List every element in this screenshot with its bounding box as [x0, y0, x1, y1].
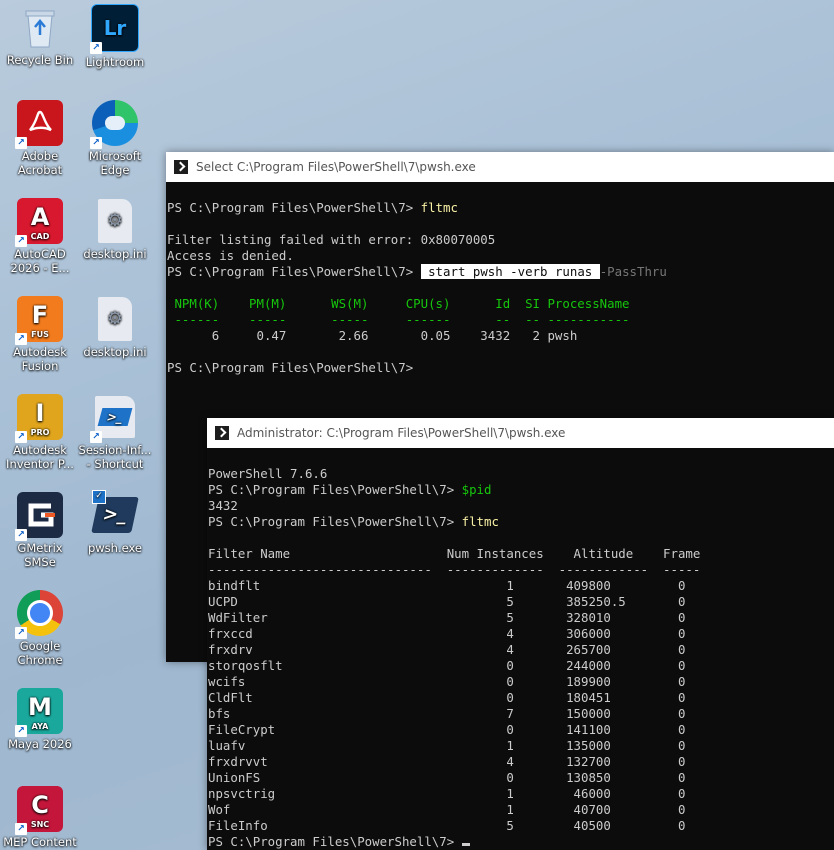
icon-label: Adobe Acrobat [17, 149, 63, 177]
inventor-icon: I PRO ↗ [15, 394, 63, 443]
icon-label: Google Chrome [17, 639, 63, 667]
lightroom-icon: Lr ↗ [90, 4, 139, 54]
maya-icon: M AYA ↗ [15, 688, 63, 737]
filter-row: Wof 1 40700 0 [208, 802, 686, 817]
ini-file-icon: ⚙ [92, 198, 138, 244]
desktop-icon-edge[interactable]: ↗ Microsoft Edge [76, 100, 154, 177]
shortcut-arrow-icon: ↗ [15, 137, 27, 149]
icon-label: pwsh.exe [87, 541, 143, 555]
shortcut-arrow-icon: ↗ [15, 823, 27, 835]
filter-row: UnionFS 0 130850 0 [208, 770, 686, 785]
shortcut-arrow-icon: ↗ [15, 627, 27, 639]
terminal-output[interactable]: PS C:\Program Files\PowerShell\7> fltmc F… [166, 182, 834, 376]
powershell-icon: >_ ✓ [91, 490, 139, 538]
window-titlebar[interactable]: Administrator: C:\Program Files\PowerShe… [207, 418, 834, 448]
shortcut-arrow-icon: ↗ [15, 431, 27, 443]
filter-row: bindflt 1 409800 0 [208, 578, 686, 593]
filter-row: FileCrypt 0 141100 0 [208, 722, 686, 737]
acrobat-icon: ↗ [15, 100, 63, 149]
icon-label: Microsoft Edge [88, 149, 142, 177]
icon-label: MEP Content [3, 835, 77, 849]
icon-label: desktop.ini [83, 247, 147, 261]
filter-row: wcifs 0 189900 0 [208, 674, 686, 689]
filter-row: frxdrvvt 4 132700 0 [208, 754, 686, 769]
desktop-icon-desktop-ini-1[interactable]: ⚙ desktop.ini [76, 198, 154, 261]
icon-label: GMetrix SMSe [17, 541, 63, 569]
shortcut-arrow-icon: ↗ [15, 529, 27, 541]
desktop-icon-chrome[interactable]: ↗ Google Chrome [1, 590, 79, 667]
desktop-icon-pwsh-exe[interactable]: >_ ✓ pwsh.exe [76, 490, 154, 555]
shortcut-arrow-icon: ↗ [15, 235, 27, 247]
shortcut-arrow-icon: ↗ [90, 431, 102, 443]
desktop-icon-gmetrix[interactable]: ↗ GMetrix SMSe [1, 492, 79, 569]
desktop-icon-lightroom[interactable]: Lr ↗ Lightroom [76, 4, 154, 69]
desktop-icon-recycle-bin[interactable]: Recycle Bin [1, 4, 79, 67]
autocad-icon: A CAD ↗ [15, 198, 63, 247]
desktop-icon-fusion[interactable]: F FUS ↗ Autodesk Fusion [1, 296, 79, 373]
filter-row: luafv 1 135000 0 [208, 738, 686, 753]
mep-content-icon: C SNC ↗ [15, 786, 63, 835]
fusion-icon: F FUS ↗ [15, 296, 63, 345]
icon-label: Session-Inf... - Shortcut [78, 443, 152, 471]
desktop-icon-inventor[interactable]: I PRO ↗ Autodesk Inventor P... [1, 394, 79, 471]
filter-row: storqosflt 0 244000 0 [208, 658, 686, 673]
icon-label: Lightroom [85, 55, 145, 69]
icon-label: Maya 2026 [8, 737, 72, 751]
filter-row: FileInfo 5 40500 0 [208, 818, 686, 833]
filter-table-header: Filter Name Num Instances Altitude Frame [208, 546, 701, 561]
desktop-icon-acrobat[interactable]: ↗ Adobe Acrobat [1, 100, 79, 177]
desktop-icon-desktop-ini-2[interactable]: ⚙ desktop.ini [76, 296, 154, 359]
shortcut-arrow-icon: ↗ [90, 42, 102, 54]
terminal-window-admin[interactable]: Administrator: C:\Program Files\PowerShe… [207, 418, 834, 850]
powershell-icon [215, 426, 229, 440]
chrome-icon: ↗ [15, 590, 63, 639]
filter-row: npsvctrig 1 46000 0 [208, 786, 686, 801]
selection-checkbox-icon[interactable]: ✓ [92, 490, 106, 504]
selected-text[interactable]: start pwsh -verb runas [420, 264, 600, 279]
desktop-icon-mep-content[interactable]: C SNC ↗ MEP Content [1, 786, 79, 849]
icon-label: desktop.ini [83, 345, 147, 359]
gmetrix-icon: ↗ [15, 492, 63, 541]
filter-table-separator: ------------------------------ ---------… [208, 562, 701, 577]
filter-row: bfs 7 150000 0 [208, 706, 686, 721]
filter-row: frxccd 4 306000 0 [208, 626, 686, 641]
filter-row: UCPD 5 385250.5 0 [208, 594, 686, 609]
window-titlebar[interactable]: Select C:\Program Files\PowerShell\7\pws… [166, 152, 834, 182]
text-cursor [461, 843, 470, 846]
icon-label: AutoCAD 2026 - E... [10, 247, 70, 275]
edge-icon: ↗ [90, 100, 138, 149]
recycle-bin-icon [17, 4, 63, 50]
desktop-icon-maya[interactable]: M AYA ↗ Maya 2026 [1, 688, 79, 751]
powershell-icon [174, 160, 188, 174]
desktop-icon-autocad[interactable]: A CAD ↗ AutoCAD 2026 - E... [1, 198, 79, 275]
shortcut-arrow-icon: ↗ [15, 333, 27, 345]
shortcut-arrow-icon: ↗ [15, 725, 27, 737]
icon-label: Autodesk Fusion [13, 345, 67, 373]
ini-file-icon: ⚙ [92, 296, 138, 342]
terminal-output[interactable]: PowerShell 7.6.6 PS C:\Program Files\Powe… [207, 448, 834, 850]
icon-label: Autodesk Inventor P... [6, 443, 74, 471]
icon-label: Recycle Bin [6, 53, 74, 67]
window-title: Select C:\Program Files\PowerShell\7\pws… [196, 160, 476, 174]
shortcut-arrow-icon: ↗ [90, 137, 102, 149]
desktop-icon-session-info-shortcut[interactable]: >_ ↗ Session-Inf... - Shortcut [76, 394, 154, 471]
powershell-shortcut-icon: >_ ↗ [90, 394, 138, 443]
filter-row: WdFilter 5 328010 0 [208, 610, 686, 625]
window-title: Administrator: C:\Program Files\PowerShe… [237, 426, 566, 440]
filter-row: frxdrv 4 265700 0 [208, 642, 686, 657]
filter-row: CldFlt 0 180451 0 [208, 690, 686, 705]
